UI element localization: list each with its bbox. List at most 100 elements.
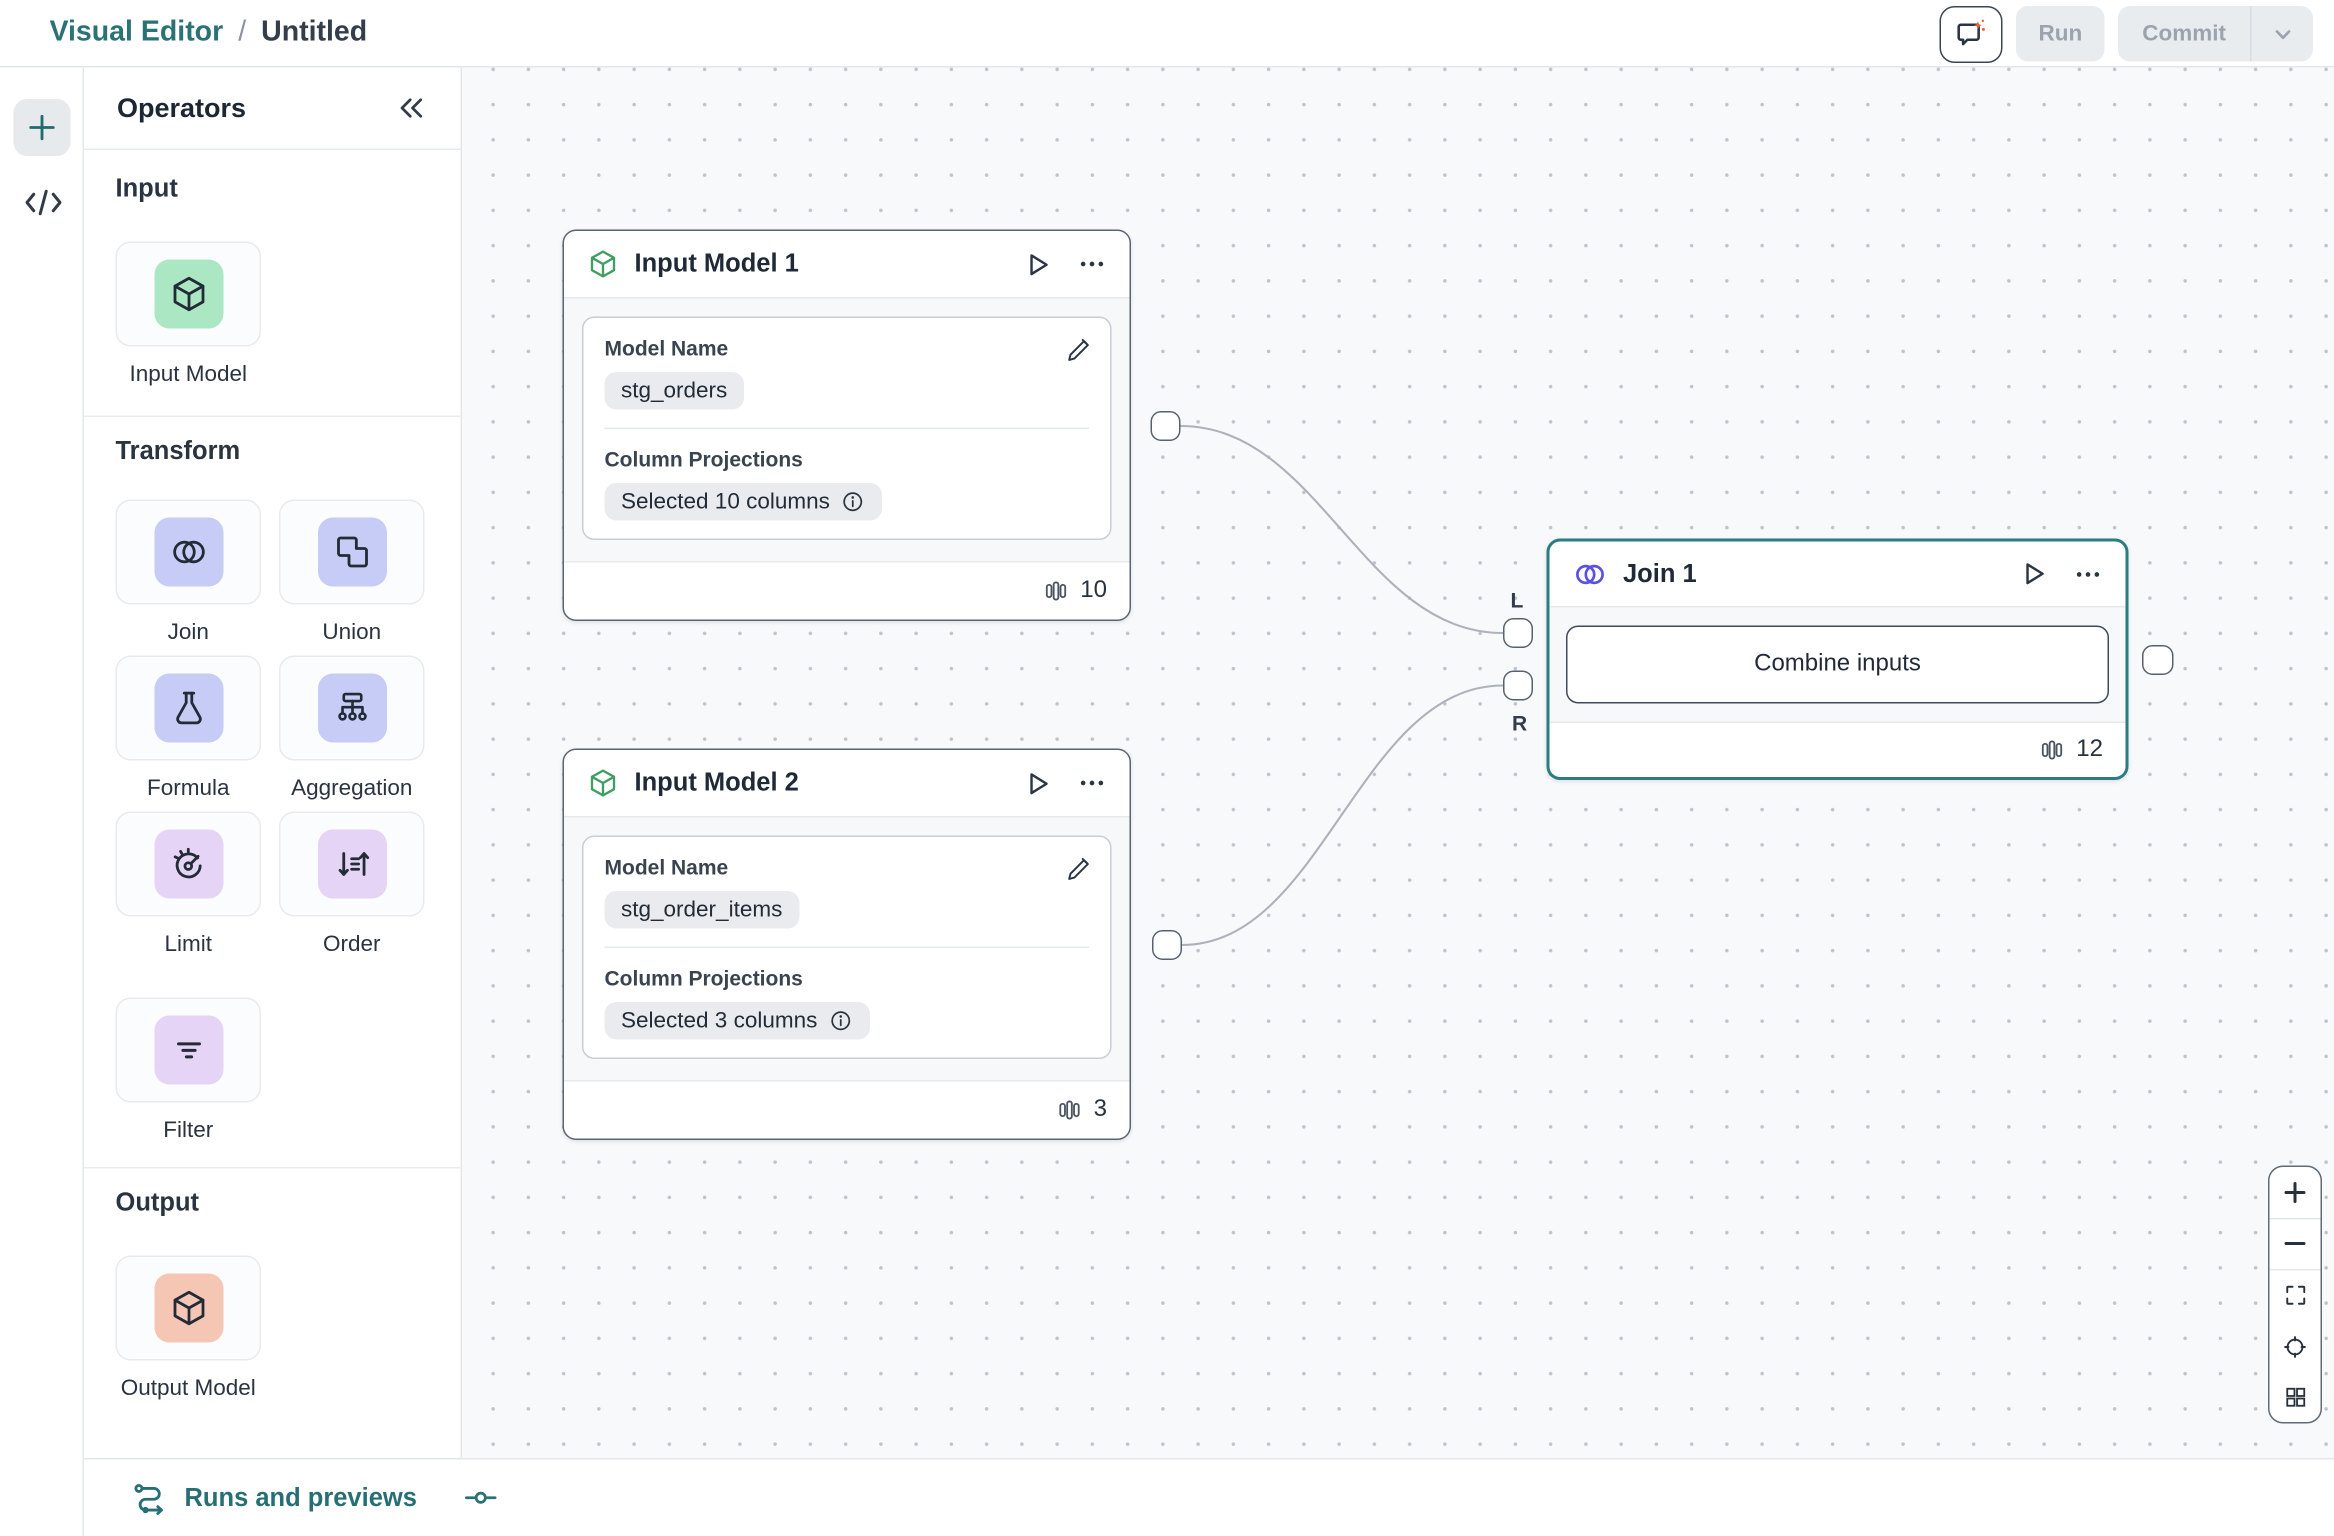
- tree-icon: [331, 687, 373, 729]
- edit-pencil-icon[interactable]: [1064, 854, 1093, 883]
- more-menu-icon[interactable]: [1077, 768, 1107, 798]
- zoom-out-button[interactable]: [2270, 1219, 2321, 1269]
- operator-label: Input Model: [116, 362, 262, 388]
- union-tile: [317, 518, 386, 587]
- node-footer: 10: [564, 563, 1130, 620]
- operator-label: Limit: [116, 932, 262, 958]
- operator-output-model[interactable]: [116, 1256, 262, 1361]
- code-view-button[interactable]: [26, 188, 62, 218]
- operator-label: Order: [279, 932, 425, 958]
- page-title: Untitled: [261, 17, 367, 50]
- play-icon[interactable]: [2018, 558, 2050, 590]
- operator-label: Union: [279, 620, 425, 646]
- node-body: Model Name stg_order_items Column Projec…: [564, 816, 1130, 1082]
- section-divider: [84, 1167, 462, 1169]
- operator-formula[interactable]: [116, 656, 262, 761]
- join-left-input-port[interactable]: [1503, 618, 1533, 648]
- operator-limit[interactable]: [116, 812, 262, 917]
- operator-order[interactable]: [279, 812, 425, 917]
- section-divider: [84, 416, 462, 418]
- columns-count-icon: [2039, 737, 2066, 764]
- play-icon[interactable]: [1022, 248, 1054, 280]
- section-label-input: Input: [116, 174, 178, 204]
- node-join-1[interactable]: Join 1 Combine inputs 12: [1547, 539, 2129, 781]
- divider: [605, 947, 1090, 949]
- column-count: 12: [2076, 737, 2103, 764]
- bottom-bar: Runs and previews: [84, 1458, 2334, 1536]
- node-input-model-2[interactable]: Input Model 2 Model Name stg_order_items…: [563, 749, 1132, 1141]
- output-port-input-model-1[interactable]: [1151, 411, 1181, 441]
- center-view-button[interactable]: [2270, 1321, 2321, 1371]
- canvas-zoom-controls: [2268, 1166, 2322, 1424]
- operators-panel: Operators Input Input Model Transform: [84, 68, 462, 1459]
- column-projections-chip[interactable]: Selected 3 columns: [605, 1002, 870, 1040]
- runs-icon: [132, 1480, 168, 1516]
- join-right-input-port[interactable]: [1503, 671, 1533, 701]
- output-port-join-1[interactable]: [2142, 645, 2174, 675]
- node-title: Input Model 2: [635, 768, 1007, 798]
- more-menu-icon[interactable]: [1077, 249, 1107, 279]
- column-count: 3: [1094, 1097, 1107, 1124]
- zoom-out-icon: [2282, 1231, 2309, 1258]
- node-body: Model Name stg_orders Column Projections…: [564, 297, 1130, 563]
- operator-union[interactable]: [279, 500, 425, 605]
- operator-input-model[interactable]: [116, 242, 262, 347]
- model-name-chip[interactable]: stg_order_items: [605, 891, 799, 929]
- visual-editor-app: Visual Editor / Untitled Run Commit: [0, 0, 2334, 1536]
- plus-icon: [24, 110, 60, 146]
- model-name-label: Model Name: [605, 855, 1090, 879]
- section-label-output: Output: [116, 1188, 200, 1218]
- sort-arrows-icon-tile: [317, 830, 386, 899]
- breadcrumb: Visual Editor / Untitled: [50, 17, 368, 50]
- fit-view-button[interactable]: [2270, 1271, 2321, 1321]
- ai-assistant-icon: [1954, 17, 1987, 50]
- zoom-in-button[interactable]: [2270, 1167, 2321, 1217]
- commit-split-button: Commit: [2118, 6, 2313, 62]
- commit-dropdown-button[interactable]: [2252, 6, 2314, 62]
- cube-icon: [167, 1287, 209, 1329]
- more-menu-icon[interactable]: [2073, 559, 2103, 589]
- gauge-icon: [167, 843, 209, 885]
- join-circles-icon: [1572, 556, 1608, 592]
- column-projections-chip[interactable]: Selected 10 columns: [605, 483, 883, 521]
- add-button[interactable]: [14, 99, 71, 156]
- breadcrumb-visual-editor-link[interactable]: Visual Editor: [50, 17, 224, 50]
- collapse-panel-button[interactable]: [395, 92, 428, 125]
- combine-inputs-button[interactable]: Combine inputs: [1566, 626, 2109, 704]
- chevrons-left-icon: [396, 95, 426, 122]
- runs-and-previews-button[interactable]: Runs and previews: [132, 1480, 417, 1516]
- operator-label: Output Model: [116, 1376, 262, 1402]
- formula-tile: [154, 674, 223, 743]
- model-name-chip[interactable]: stg_orders: [605, 372, 744, 410]
- run-button[interactable]: Run: [2016, 6, 2105, 62]
- aggregation-tile: [317, 674, 386, 743]
- output-model-tile: [154, 1274, 223, 1343]
- output-port-input-model-2[interactable]: [1152, 930, 1182, 960]
- info-icon: [828, 1008, 854, 1034]
- filter-tile: [154, 1016, 223, 1085]
- commit-node-toggle[interactable]: [463, 1488, 498, 1508]
- join-tile: [154, 518, 223, 587]
- chevron-down-icon: [2270, 22, 2294, 46]
- commit-button[interactable]: Commit: [2118, 6, 2251, 62]
- sort-arrows-icon: [331, 843, 373, 885]
- play-icon[interactable]: [1022, 767, 1054, 799]
- section-label-transform: Transform: [116, 437, 241, 467]
- join-left-port-label: L: [1511, 588, 1524, 612]
- breadcrumb-separator: /: [238, 17, 246, 50]
- join-right-port-label: R: [1512, 711, 1527, 735]
- node-title: Input Model 1: [635, 249, 1007, 279]
- node-input-model-1[interactable]: Input Model 1 Model Name stg_orders Colu…: [563, 230, 1132, 622]
- overview-button[interactable]: [2270, 1372, 2321, 1422]
- operator-label: Formula: [116, 776, 262, 802]
- input-model-tile: [154, 260, 223, 329]
- ai-assistant-button[interactable]: [1939, 5, 2002, 62]
- operator-filter[interactable]: [116, 998, 262, 1103]
- edit-pencil-icon[interactable]: [1064, 335, 1093, 364]
- operator-aggregation[interactable]: [279, 656, 425, 761]
- operator-join[interactable]: [116, 500, 262, 605]
- operator-label: Filter: [116, 1118, 262, 1144]
- flask-icon: [167, 687, 209, 729]
- node-title: Join 1: [1623, 559, 2003, 589]
- node-footer: 12: [1550, 723, 2126, 777]
